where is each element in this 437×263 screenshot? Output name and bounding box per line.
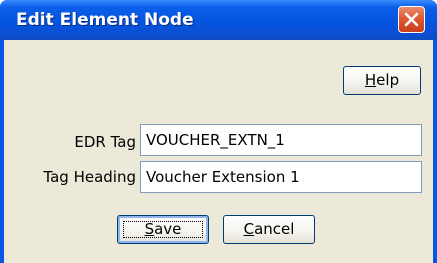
help-button[interactable]: Help (343, 66, 421, 95)
tag-heading-field[interactable]: Voucher Extension 1 (140, 161, 422, 193)
help-mnemonic: H (364, 71, 377, 89)
cancel-label: ancel (254, 220, 295, 238)
edr-tag-label: EDR Tag (74, 133, 136, 151)
dialog-body: Help EDR Tag VOUCHER_EXTN_1 Tag Heading … (4, 40, 433, 263)
cancel-mnemonic: C (243, 220, 255, 238)
help-label: elp (376, 71, 400, 89)
cancel-button[interactable]: Cancel (223, 215, 315, 244)
tag-heading-label: Tag Heading (43, 168, 136, 186)
focus-ring (123, 221, 203, 238)
edr-tag-field[interactable]: VOUCHER_EXTN_1 (140, 124, 422, 156)
dialog-window: Edit Element Node Help EDR Tag VOUCHER_E… (0, 0, 437, 263)
close-button[interactable] (398, 6, 425, 33)
save-button[interactable]: Save (117, 215, 209, 244)
title-bar[interactable]: Edit Element Node (0, 0, 437, 40)
close-icon (404, 12, 419, 27)
window-title: Edit Element Node (16, 10, 194, 30)
